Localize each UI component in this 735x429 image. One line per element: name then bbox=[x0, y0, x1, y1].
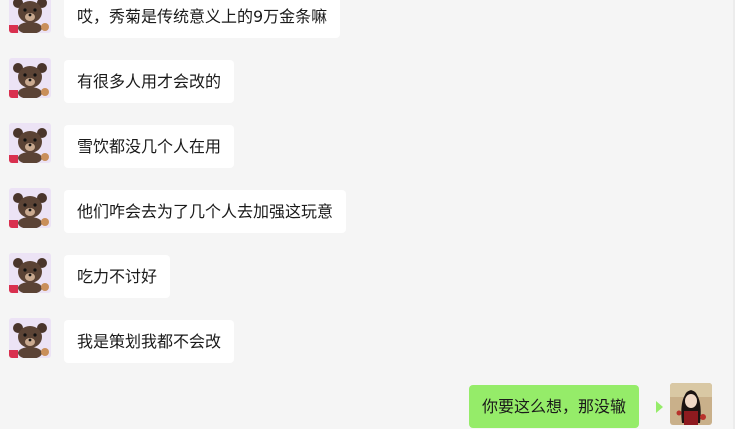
message-bubble-incoming[interactable]: 雪饮都没几个人在用 bbox=[64, 125, 235, 168]
message-row: 雪饮都没几个人在用 bbox=[0, 123, 735, 168]
message-bubble-incoming[interactable]: 我是策划我都不会改 bbox=[64, 320, 235, 363]
message-bubble-incoming[interactable]: 有很多人用才会改的 bbox=[64, 60, 235, 103]
message-row: 有很多人用才会改的 bbox=[0, 58, 735, 103]
message-row: 我是策划我都不会改 bbox=[0, 318, 735, 363]
bear-avatar-icon[interactable] bbox=[9, 58, 51, 98]
message-row: 你要这么想，那没辙 bbox=[0, 383, 735, 428]
message-row: 吃力不讨好 bbox=[0, 253, 735, 298]
user-avatar-icon[interactable] bbox=[670, 383, 712, 425]
bear-avatar-icon[interactable] bbox=[9, 188, 51, 228]
message-row: 哎，秀菊是传统意义上的9万金条嘛 bbox=[0, 0, 735, 38]
bear-avatar-icon[interactable] bbox=[9, 123, 51, 163]
message-bubble-outgoing[interactable]: 你要这么想，那没辙 bbox=[469, 385, 640, 428]
bear-avatar-icon[interactable] bbox=[9, 0, 51, 33]
message-bubble-incoming[interactable]: 他们咋会去为了几个人去加强这玩意 bbox=[64, 190, 347, 233]
message-row: 他们咋会去为了几个人去加强这玩意 bbox=[0, 188, 735, 233]
bubble-tail-icon bbox=[656, 401, 663, 413]
bear-avatar-icon[interactable] bbox=[9, 253, 51, 293]
message-bubble-incoming[interactable]: 哎，秀菊是传统意义上的9万金条嘛 bbox=[64, 0, 341, 38]
chat-message-area[interactable]: 哎，秀菊是传统意义上的9万金条嘛 有很多人用才会改的 雪饮都没几个人在用 他们咋… bbox=[0, 0, 735, 429]
bear-avatar-icon[interactable] bbox=[9, 318, 51, 358]
message-bubble-incoming[interactable]: 吃力不讨好 bbox=[64, 255, 171, 298]
